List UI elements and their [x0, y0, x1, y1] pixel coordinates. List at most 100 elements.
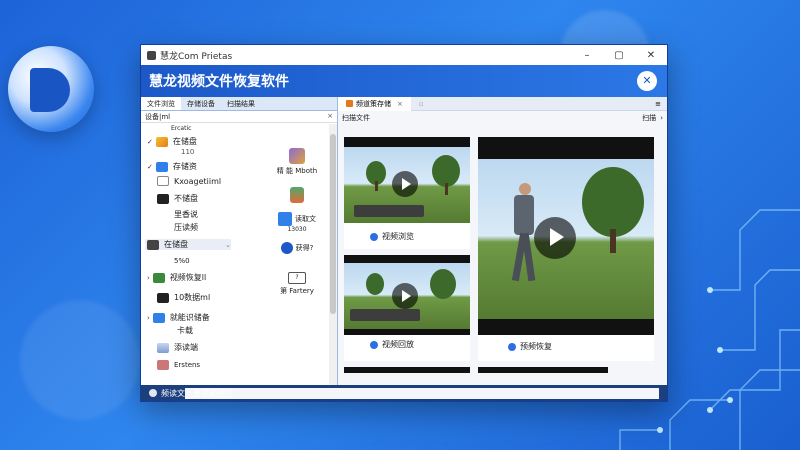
caption-text: 视频回放: [382, 340, 414, 349]
scrollbar-thumb[interactable]: [330, 134, 336, 314]
disk-icon: [157, 292, 169, 303]
tree-item[interactable]: 5%0: [174, 257, 190, 265]
ground-object: [354, 205, 424, 217]
tree-item-label: 添读端: [174, 343, 198, 352]
video-card-large[interactable]: 预频恢复: [478, 137, 654, 361]
tree-shape: [582, 167, 644, 237]
tree-item[interactable]: 添读端: [157, 342, 198, 353]
tree-item[interactable]: 压读频: [174, 222, 198, 233]
caption-text: 预频恢复: [520, 342, 552, 351]
tree-item-label: 5%0: [174, 257, 190, 265]
mid-item-label: 获得?: [295, 244, 314, 252]
file-icon: [157, 360, 169, 370]
caption-text: 视频浏览: [382, 232, 414, 241]
mid-item-label: 读取文: [295, 215, 316, 223]
video-caption: 预频恢复: [508, 341, 552, 352]
video-folder-icon: [152, 272, 165, 283]
tree-trunk: [445, 183, 448, 195]
background-glow: [20, 300, 140, 420]
folder-icon: [346, 100, 353, 107]
new-tab-icon[interactable]: ▫: [419, 100, 424, 108]
tree-item[interactable]: Erstens: [157, 360, 200, 370]
tree-item-label: 里香说: [174, 210, 198, 219]
tree-trunk: [375, 181, 378, 191]
tree-item-selected[interactable]: 在储盘 ⌄: [145, 239, 231, 250]
mid-item[interactable]: ? 第 Fartery: [269, 272, 325, 296]
left-pane: 文件浏览 存储设备 扫描结果 设备|ml × Ercatic ✓ 在储盘 110: [141, 97, 338, 385]
image-icon: [289, 148, 305, 164]
maximize-button[interactable]: ▢: [603, 50, 635, 61]
status-icon: [149, 389, 157, 397]
minimize-button[interactable]: –: [571, 50, 603, 61]
tree-item-label: 不储盘: [174, 194, 198, 203]
tab-file-browse[interactable]: 文件浏览: [141, 97, 181, 110]
tree-item[interactable]: › 视频恢复ll: [147, 272, 206, 283]
tree-trunk: [610, 229, 616, 253]
video-letterbox: [344, 255, 470, 263]
menu-icon[interactable]: ≡: [655, 100, 667, 108]
app-banner: 慧龙视频文件恢复软件 ✕: [141, 65, 667, 97]
app-title: 慧龙视频文件恢复软件: [149, 74, 289, 90]
tree-item-label: 视频恢复ll: [169, 273, 207, 282]
tree-item-meta: 110: [181, 148, 195, 156]
close-button[interactable]: ✕: [635, 50, 667, 61]
mid-item[interactable]: 读取文 13030: [269, 212, 325, 233]
tab-storage-devices[interactable]: 存储设备: [181, 97, 221, 110]
tree-shape: [366, 273, 384, 295]
drive-icon: [155, 136, 168, 147]
tree-item[interactable]: ✓ 存储资: [147, 161, 197, 172]
left-scrollbar[interactable]: [329, 124, 337, 385]
check-icon[interactable]: ✓: [147, 138, 153, 146]
play-icon: [508, 342, 516, 351]
mid-item[interactable]: [269, 187, 325, 205]
video-thumbnail: [344, 263, 470, 329]
record-icon: [280, 242, 293, 254]
mid-item-meta: 13030: [287, 226, 307, 233]
video-caption: 视频回放: [370, 339, 414, 350]
tab-scan-results[interactable]: 扫描结果: [221, 97, 261, 110]
tree-item[interactable]: › 就能识储备: [147, 312, 210, 323]
chevron-right-icon[interactable]: ›: [660, 114, 663, 122]
video-thumbnail: [344, 147, 470, 223]
person-head: [519, 183, 531, 195]
tree-item-label: 在储盘: [164, 240, 188, 249]
tab-video-storage[interactable]: 频道策存储 ×: [338, 96, 411, 111]
disk-icon: [157, 193, 169, 204]
path-bar[interactable]: 设备|ml ×: [141, 111, 337, 123]
app-window: 慧龙Com Prietas – ▢ ✕ 慧龙视频文件恢复软件 ✕ 文件浏览 存储…: [140, 44, 668, 402]
video-card[interactable]: 视频回放: [344, 255, 470, 361]
title-bar: 慧龙Com Prietas – ▢ ✕: [141, 45, 667, 65]
close-tab-icon[interactable]: ×: [397, 100, 403, 108]
check-icon[interactable]: ›: [147, 314, 150, 322]
tree-item[interactable]: 不储盘: [157, 193, 198, 204]
play-icon[interactable]: [392, 171, 418, 197]
help-icon[interactable]: ✕: [637, 71, 657, 91]
mid-item-label: 第 Fartery: [280, 287, 314, 295]
mid-item[interactable]: 获得?: [269, 242, 325, 254]
tree-item-label: 10数据ml: [174, 293, 211, 302]
video-card[interactable]: 视频浏览: [344, 137, 470, 249]
tree-item[interactable]: Ercatic: [171, 125, 191, 132]
video-card-partial[interactable]: [344, 367, 470, 373]
app-icon: [147, 50, 156, 60]
tree-item[interactable]: Kxoagetiiml: [157, 176, 221, 186]
check-icon[interactable]: ✓: [147, 163, 153, 171]
video-card-partial[interactable]: [478, 367, 608, 373]
status-bar: 频读文 一要视频预览: [141, 385, 667, 401]
chevron-down-icon[interactable]: ⌄: [225, 241, 231, 249]
clear-path-icon[interactable]: ×: [327, 112, 333, 121]
check-icon[interactable]: ›: [147, 274, 150, 282]
left-tab-bar: 文件浏览 存储设备 扫描结果: [141, 97, 337, 111]
status-right-text: 一要视频预览: [185, 387, 659, 399]
folder-tree: Ercatic ✓ 在储盘 110 ✓ 存储资 Kxoagetiiml 不储盘 …: [141, 124, 329, 385]
tree-item[interactable]: 里香说: [174, 209, 198, 220]
device-icon: ?: [288, 272, 306, 284]
tree-item[interactable]: ✓ 在储盘: [147, 136, 197, 147]
tree-item-label: 就能识储备: [169, 313, 210, 322]
tree-item[interactable]: 10数据ml: [157, 292, 210, 303]
window-title: 慧龙Com Prietas: [160, 51, 233, 62]
mid-item[interactable]: 精 能 Mboth: [269, 148, 325, 176]
play-icon[interactable]: [534, 217, 576, 259]
play-icon[interactable]: [392, 283, 418, 309]
scan-label[interactable]: 扫描: [642, 113, 656, 123]
